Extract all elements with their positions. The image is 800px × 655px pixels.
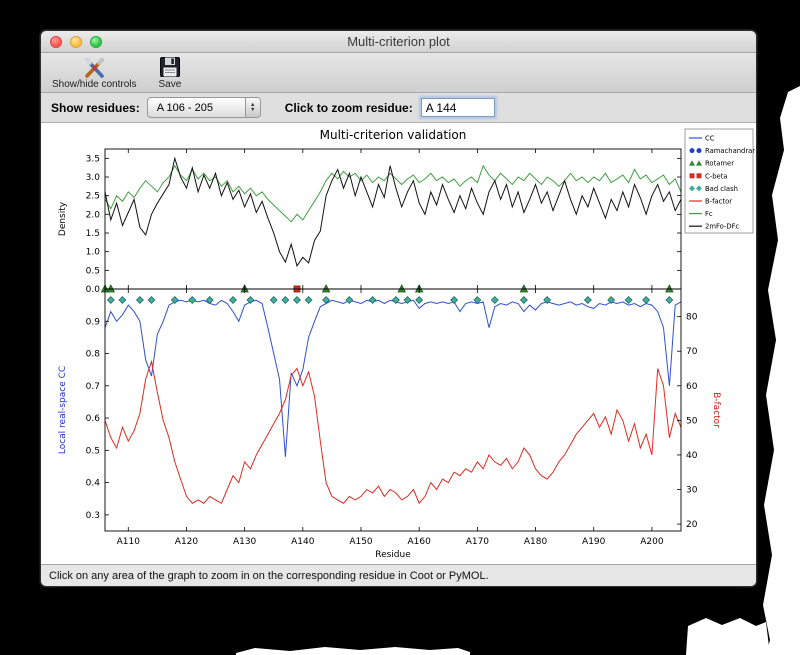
window-title: Multi-criterion plot (347, 34, 450, 49)
residue-range-value: A 106 - 205 (156, 101, 213, 114)
svg-text:Multi-criterion validation: Multi-criterion validation (320, 128, 467, 142)
svg-text:A180: A180 (524, 537, 548, 547)
svg-text:A120: A120 (175, 537, 199, 547)
toolbar: Show/hide controls Save (41, 53, 756, 93)
stepper-arrows-icon: ▲ ▼ (244, 98, 260, 117)
traffic-lights (50, 36, 102, 48)
svg-text:70: 70 (686, 347, 698, 357)
svg-text:A130: A130 (233, 537, 257, 547)
save-label: Save (158, 79, 182, 90)
svg-text:Density: Density (58, 201, 68, 236)
status-text: Click on any area of the graph to zoom i… (49, 569, 489, 582)
minimize-button[interactable] (70, 36, 82, 48)
window-titlebar[interactable]: Multi-criterion plot (41, 31, 756, 53)
svg-text:0.3: 0.3 (86, 511, 100, 521)
tools-icon (85, 58, 105, 78)
svg-text:A190: A190 (582, 537, 606, 547)
svg-text:A200: A200 (640, 537, 664, 547)
svg-text:A140: A140 (291, 537, 315, 547)
zoom-button[interactable] (90, 36, 102, 48)
save-icon (159, 57, 180, 77)
show-hide-controls-button[interactable]: Show/hide controls (49, 54, 140, 91)
svg-text:0.7: 0.7 (86, 382, 100, 392)
status-bar: Click on any area of the graph to zoom i… (41, 564, 756, 586)
svg-text:Ramachandran: Ramachandran (705, 147, 755, 155)
svg-text:3.5: 3.5 (86, 154, 100, 164)
plot-area[interactable]: Multi-criterion validation 0.0 0.5 1.0 1.5 2.… (41, 123, 756, 564)
svg-text:2.5: 2.5 (86, 192, 100, 202)
zoom-residue-input[interactable] (420, 98, 495, 117)
svg-text:Local real-space CC: Local real-space CC (58, 366, 68, 454)
svg-text:Rotamer: Rotamer (705, 160, 734, 168)
save-button[interactable]: Save (156, 54, 185, 91)
svg-text:0.5: 0.5 (86, 266, 100, 276)
svg-text:2mFo-DFc: 2mFo-DFc (705, 223, 739, 231)
svg-text:2.0: 2.0 (86, 210, 101, 220)
svg-text:1.5: 1.5 (86, 229, 100, 239)
svg-text:CC: CC (705, 135, 715, 143)
controls-bar: Show residues: A 106 - 205 ▲ ▼ Click to z… (41, 93, 756, 123)
svg-text:3.0: 3.0 (86, 173, 101, 183)
svg-text:40: 40 (686, 451, 698, 461)
close-button[interactable] (50, 36, 62, 48)
svg-text:A170: A170 (466, 537, 490, 547)
svg-text:80: 80 (686, 313, 698, 323)
svg-text:0.8: 0.8 (86, 350, 101, 360)
show-residues-label: Show residues: (51, 100, 140, 115)
svg-text:A110: A110 (117, 537, 141, 547)
svg-text:B-factor: B-factor (705, 198, 732, 206)
svg-text:60: 60 (686, 382, 698, 392)
svg-text:A150: A150 (349, 537, 373, 547)
svg-text:1.0: 1.0 (86, 248, 101, 258)
svg-text:B-factor: B-factor (711, 392, 721, 428)
svg-text:0.5: 0.5 (86, 446, 100, 456)
svg-text:20: 20 (686, 520, 698, 530)
app-window: Multi-criterion plot Show/hide controls (40, 30, 757, 587)
multi-criterion-figure[interactable]: Multi-criterion validation 0.0 0.5 1.0 1.5 2.… (43, 123, 755, 563)
svg-text:Bad clash: Bad clash (705, 185, 738, 193)
svg-text:30: 30 (686, 486, 698, 496)
svg-text:Fc: Fc (705, 210, 713, 218)
svg-text:0.9: 0.9 (86, 317, 101, 327)
svg-text:0.6: 0.6 (86, 414, 101, 424)
svg-text:0.0: 0.0 (86, 285, 101, 295)
svg-text:50: 50 (686, 416, 698, 426)
svg-text:A160: A160 (408, 537, 432, 547)
svg-text:Residue: Residue (375, 550, 411, 560)
residue-range-select[interactable]: A 106 - 205 ▲ ▼ (146, 97, 261, 118)
zoom-residue-label: Click to zoom residue: (284, 100, 413, 115)
svg-text:0.4: 0.4 (86, 479, 101, 489)
svg-text:C-beta: C-beta (705, 172, 728, 180)
show-hide-controls-label: Show/hide controls (52, 79, 137, 90)
